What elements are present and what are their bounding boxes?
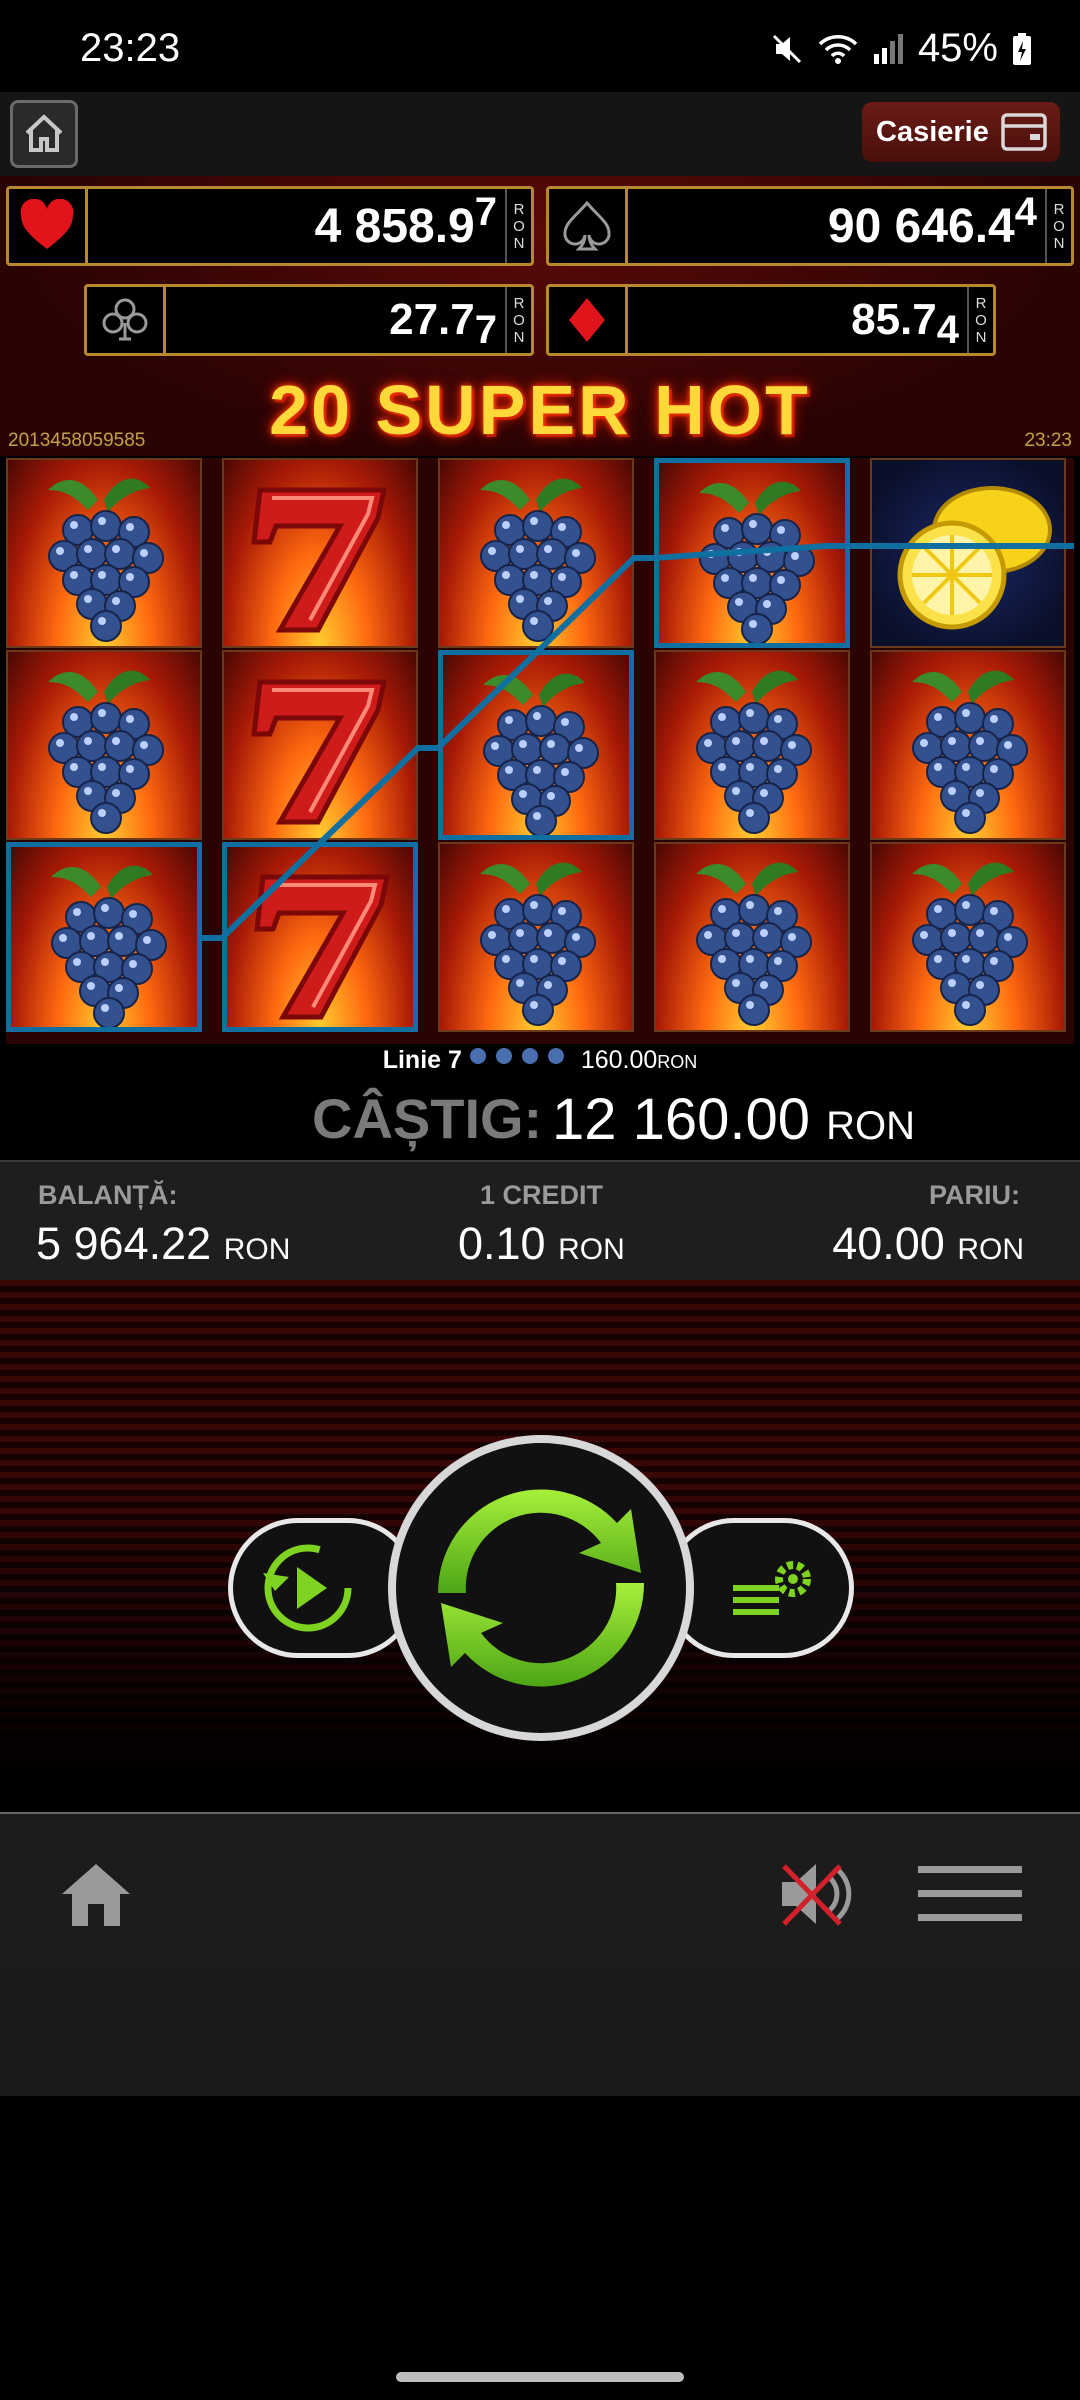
club-icon xyxy=(102,298,148,341)
status-bar: 23:23 45% xyxy=(0,0,1080,92)
system-nav-area xyxy=(0,2096,1080,2400)
jackpot-spade-value: 90 646.4 xyxy=(827,199,1015,253)
jackpot-club-currency: RON xyxy=(505,287,531,353)
sound-toggle-button[interactable] xyxy=(776,1856,860,1937)
status-time: 23:23 xyxy=(80,26,181,70)
session-id: 2013458059585 xyxy=(8,430,146,451)
wifi-icon xyxy=(818,34,858,64)
win-line-symbols xyxy=(466,1044,576,1075)
spin-icon xyxy=(437,1489,645,1687)
status-icons: 45% xyxy=(770,26,1032,71)
jackpot-spade: 90 646.4 4 RON xyxy=(546,186,1074,266)
jackpot-club-value: 27.7 xyxy=(389,295,475,344)
win-amount: 12 160.00 RON xyxy=(552,1087,916,1152)
home-button[interactable] xyxy=(10,100,78,168)
bottom-spacer xyxy=(0,1970,1080,2096)
jackpot-club: 27.7 7 RON xyxy=(84,284,534,356)
bet-label: PARIU: xyxy=(929,1180,1020,1210)
gesture-handle[interactable] xyxy=(396,2372,684,2382)
jackpot-spade-currency: RON xyxy=(1045,189,1071,263)
win-display: CÂȘTIG: 12 160.00 RON xyxy=(0,1084,1080,1160)
home-icon xyxy=(62,1864,130,1926)
battery-percent: 45% xyxy=(917,26,998,70)
hamburger-menu-icon xyxy=(918,1866,1022,1921)
jackpot-heart-last-digit: 7 xyxy=(474,189,497,234)
signal-icon xyxy=(873,33,903,64)
jackpot-diamond-value: 85.7 xyxy=(851,295,937,344)
wallet-icon xyxy=(1001,113,1047,151)
credit-label: 1 CREDIT xyxy=(480,1180,604,1210)
game-top-bar: Casierie xyxy=(0,92,1080,176)
bottom-home-button[interactable] xyxy=(56,1856,136,1937)
jackpot-heart: 4 858.9 7 RON xyxy=(6,186,534,266)
credit-value[interactable]: 0.10 RON xyxy=(458,1218,625,1270)
cashier-label: Casierie xyxy=(876,115,989,148)
home-icon xyxy=(25,114,63,152)
spin-button[interactable] xyxy=(388,1435,694,1741)
grapes-mini-icon xyxy=(470,1048,565,1064)
jackpot-diamond: 85.7 4 RON xyxy=(546,284,996,356)
payline-7 xyxy=(202,543,1074,941)
balance-bar: BALANȚĂ: 5 964.22 RON 1 CREDIT 0.10 RON … xyxy=(0,1160,1080,1282)
game-title: 20 SUPER HOT xyxy=(269,371,811,449)
cashier-button[interactable]: Casierie xyxy=(862,102,1060,162)
reels-grid[interactable] xyxy=(6,458,1074,1044)
battery-icon xyxy=(1013,32,1031,65)
win-line-label: Linie 7 xyxy=(382,1046,462,1074)
spade-icon xyxy=(563,200,611,251)
win-label: CÂȘTIG: xyxy=(312,1087,543,1150)
win-line-currency: RON xyxy=(657,1052,698,1072)
heart-icon xyxy=(20,199,74,249)
jackpot-club-last-digit: 7 xyxy=(474,307,497,352)
bet-value[interactable]: 40.00 RON xyxy=(832,1218,1024,1270)
jackpot-heart-value: 4 858.9 xyxy=(314,199,475,253)
win-line-info: Linie 7 160.00RON xyxy=(0,1044,1080,1084)
jackpot-spade-last-digit: 4 xyxy=(1014,189,1037,234)
menu-button[interactable] xyxy=(918,1864,1022,1929)
jackpot-heart-currency: RON xyxy=(505,189,531,263)
mute-icon xyxy=(772,34,801,63)
balance-value: 5 964.22 RON xyxy=(36,1218,291,1269)
bet-settings-icon xyxy=(733,1561,811,1615)
sound-muted-icon xyxy=(782,1864,852,1926)
win-line-amount: 160.00 xyxy=(580,1046,658,1074)
game-clock: 23:23 xyxy=(1024,430,1072,451)
autoplay-icon xyxy=(263,1544,352,1632)
bottom-toolbar xyxy=(0,1812,1080,1972)
jackpot-diamond-last-digit: 4 xyxy=(936,307,959,352)
diamond-icon xyxy=(569,298,605,342)
balance-label: BALANȚĂ: xyxy=(38,1180,178,1210)
jackpot-diamond-currency: RON xyxy=(967,287,993,353)
